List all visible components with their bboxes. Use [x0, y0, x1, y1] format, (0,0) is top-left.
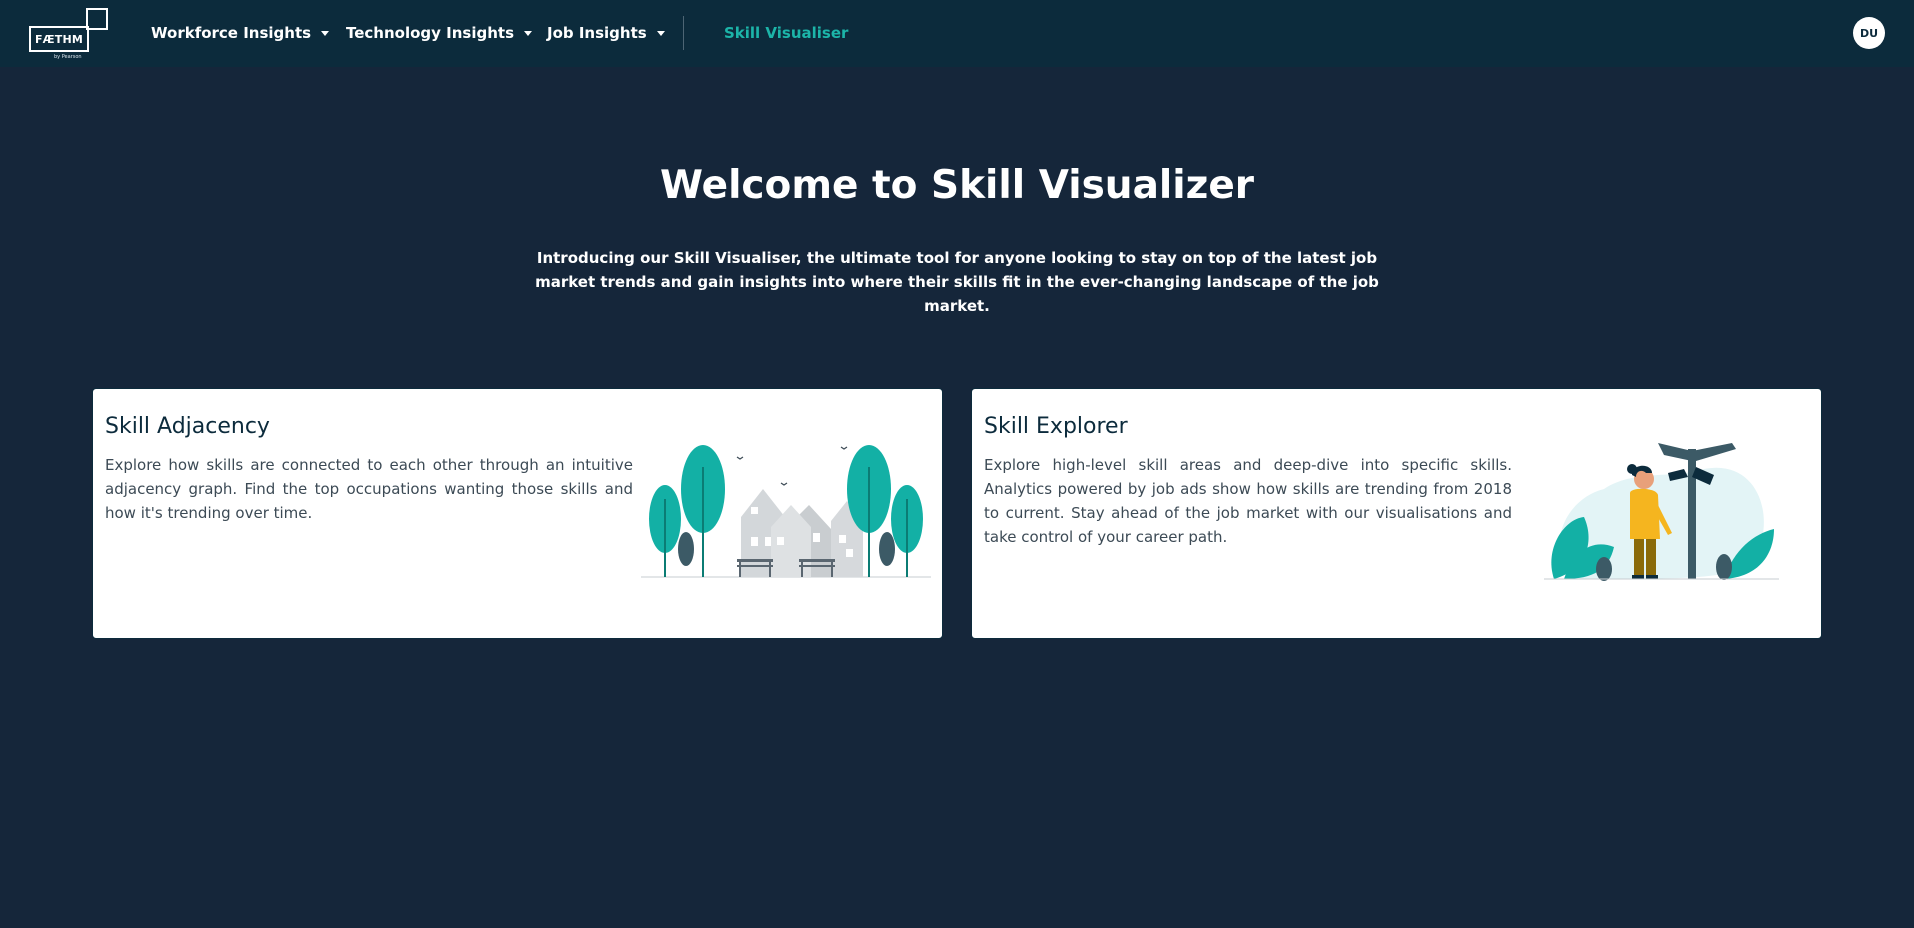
nav-workforce-insights[interactable]: Workforce Insights [151, 20, 330, 46]
town-trees-illustration [641, 445, 931, 578]
skill-adjacency-card[interactable]: Skill Adjacency Explore how skills are c… [92, 388, 943, 639]
logo-wordmark: FÆTHM [29, 26, 89, 52]
nav-job-insights[interactable]: Job Insights [547, 20, 665, 46]
card-title: Skill Adjacency [105, 414, 270, 439]
page-subtitle: Introducing our Skill Visualiser, the ul… [535, 249, 1379, 315]
skill-explorer-card[interactable]: Skill Explorer Explore high-level skill … [971, 388, 1822, 639]
nav-job-insights-label: Job Insights [547, 24, 647, 42]
card-description: Explore how skills are connected to each… [105, 456, 633, 522]
signpost-person-illustration [1544, 443, 1779, 581]
chevron-down-icon [656, 30, 665, 36]
top-navbar: FÆTHM by Pearson Workforce Insights Tech… [0, 0, 1914, 67]
nav-technology-insights[interactable]: Technology Insights [346, 20, 532, 46]
nav-divider [683, 16, 684, 50]
nav-workforce-insights-label: Workforce Insights [151, 24, 312, 42]
page-title: Welcome to Skill Visualizer [659, 163, 1255, 208]
card-description: Explore high-level skill areas and deep-… [984, 456, 1512, 546]
logo-small-square [86, 8, 108, 30]
chevron-down-icon [524, 30, 532, 36]
logo-byline: by Pearson [54, 54, 82, 60]
nav-skill-visualiser[interactable]: Skill Visualiser [724, 20, 848, 46]
chevron-down-icon [321, 30, 330, 36]
user-avatar[interactable]: DU [1853, 17, 1885, 49]
card-title: Skill Explorer [984, 414, 1128, 439]
faethm-logo[interactable]: FÆTHM by Pearson [27, 6, 111, 60]
nav-technology-insights-label: Technology Insights [346, 24, 514, 42]
